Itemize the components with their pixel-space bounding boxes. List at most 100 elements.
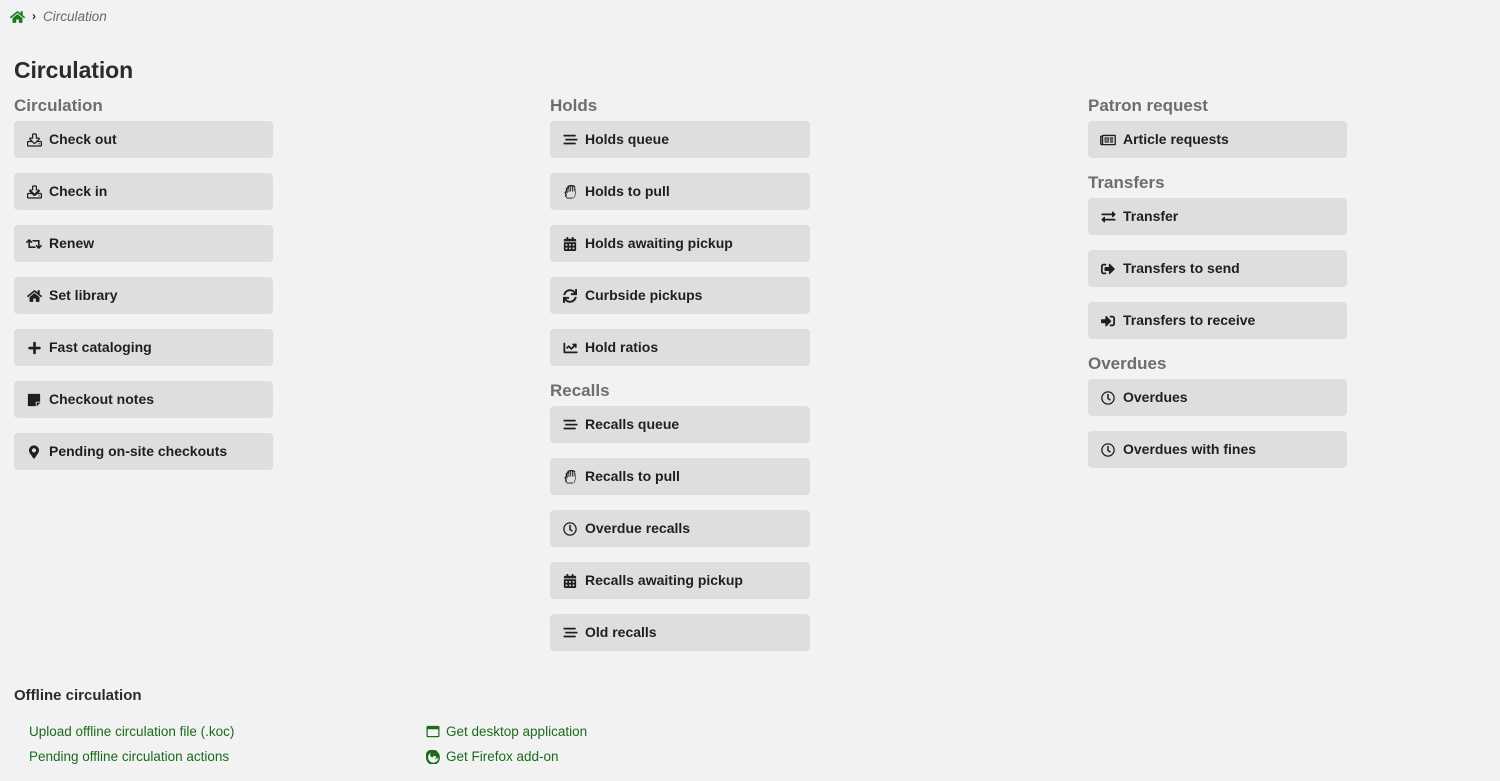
nav-button-check-in[interactable]: Check in	[14, 173, 273, 210]
offline-circulation-heading: Offline circulation	[14, 687, 142, 704]
exchange-icon	[1100, 209, 1116, 225]
nav-button-curbside-pickups[interactable]: Curbside pickups	[550, 277, 810, 314]
section-heading-transfers: Transfers	[1088, 173, 1165, 192]
nav-button-label: Hold ratios	[585, 339, 659, 355]
nav-button-renew[interactable]: Renew	[14, 225, 273, 262]
stream-icon	[562, 625, 578, 641]
list-item: Check in	[14, 173, 273, 210]
calendar-icon	[562, 236, 578, 252]
breadcrumb-current: Circulation	[43, 9, 107, 24]
nav-button-label: Overdues	[1123, 389, 1188, 405]
nav-button-transfer[interactable]: Transfer	[1088, 198, 1347, 235]
plus-icon	[26, 340, 42, 356]
stream-icon	[562, 132, 578, 148]
clock-icon	[1100, 390, 1116, 406]
sign-out-icon	[1100, 261, 1116, 277]
offline-link-get-firefox-add-on[interactable]: Get Firefox add-on	[425, 744, 587, 769]
nav-button-label: Overdue recalls	[585, 520, 691, 536]
stream-icon	[562, 417, 578, 433]
nav-button-label: Holds to pull	[585, 183, 670, 199]
list-item: Holds awaiting pickup	[550, 225, 810, 262]
nav-button-label: Pending on-site checkouts	[49, 443, 228, 459]
section-heading-recalls: Recalls	[550, 381, 610, 400]
nav-button-label: Checkout notes	[49, 391, 155, 407]
nav-button-label: Holds queue	[585, 131, 670, 147]
map-marker-icon	[26, 444, 42, 460]
nav-button-pending-on-site-checkouts[interactable]: Pending on-site checkouts	[14, 433, 273, 470]
nav-button-holds-awaiting-pickup[interactable]: Holds awaiting pickup	[550, 225, 810, 262]
list-item: Renew	[14, 225, 273, 262]
nav-button-label: Check in	[49, 183, 108, 199]
nav-button-holds-to-pull[interactable]: Holds to pull	[550, 173, 810, 210]
nav-button-label: Overdues with fines	[1123, 441, 1257, 457]
nav-button-holds-queue[interactable]: Holds queue	[550, 121, 810, 158]
nav-button-label: Old recalls	[585, 624, 657, 640]
nav-button-label: Transfers to receive	[1123, 312, 1256, 328]
breadcrumb: › Circulation	[9, 7, 107, 26]
offline-circulation-section: Offline circulation Upload offline circu…	[14, 686, 1486, 767]
nav-button-label: Check out	[49, 131, 117, 147]
offline-link-pending-offline-circulation-actions[interactable]: Pending offline circulation actions	[29, 744, 234, 769]
nav-button-check-out[interactable]: Check out	[14, 121, 273, 158]
list-item: Fast cataloging	[14, 329, 273, 366]
nav-button-label: Transfer	[1123, 208, 1179, 224]
offline-links-right: Get desktop application Get Firefox add-o…	[425, 719, 587, 769]
sync-icon	[562, 288, 578, 304]
button-list-patron-request: Article requests	[1088, 121, 1347, 158]
column-left: Circulation Check out Check in Renew Set lib…	[14, 96, 273, 485]
list-item: Transfer	[1088, 198, 1347, 235]
list-item: Recalls queue	[550, 406, 810, 443]
breadcrumb-home-icon[interactable]	[9, 10, 26, 24]
newspaper-icon	[1100, 132, 1116, 148]
list-item: Overdues	[1088, 379, 1347, 416]
calendar-icon	[562, 573, 578, 589]
nav-button-old-recalls[interactable]: Old recalls	[550, 614, 810, 651]
button-list-holds: Holds queue Holds to pull Holds awaiting p…	[550, 121, 810, 366]
nav-button-article-requests[interactable]: Article requests	[1088, 121, 1347, 158]
list-item: Holds queue	[550, 121, 810, 158]
offline-link-upload-offline-circulation-file-koc[interactable]: Upload offline circulation file (.koc)	[29, 719, 234, 744]
nav-button-recalls-queue[interactable]: Recalls queue	[550, 406, 810, 443]
nav-button-overdues-with-fines[interactable]: Overdues with fines	[1088, 431, 1347, 468]
button-list-recalls: Recalls queue Recalls to pull Overdue reca…	[550, 406, 810, 651]
nav-button-label: Recalls to pull	[585, 468, 680, 484]
nav-button-hold-ratios[interactable]: Hold ratios	[550, 329, 810, 366]
nav-button-label: Curbside pickups	[585, 287, 703, 303]
nav-button-checkout-notes[interactable]: Checkout notes	[14, 381, 273, 418]
retweet-icon	[26, 236, 42, 252]
nav-button-overdue-recalls[interactable]: Overdue recalls	[550, 510, 810, 547]
nav-button-recalls-awaiting-pickup[interactable]: Recalls awaiting pickup	[550, 562, 810, 599]
list-item: Old recalls	[550, 614, 810, 651]
nav-button-label: Recalls awaiting pickup	[585, 572, 743, 588]
nav-button-recalls-to-pull[interactable]: Recalls to pull	[550, 458, 810, 495]
offline-links-left: Upload offline circulation file (.koc) Pe…	[29, 719, 234, 769]
button-list-circulation: Check out Check in Renew Set library Fast ca…	[14, 121, 273, 470]
list-item: Pending on-site checkouts	[14, 433, 273, 470]
nav-button-set-library[interactable]: Set library	[14, 277, 273, 314]
section-heading-circulation: Circulation	[14, 96, 103, 115]
nav-button-label: Fast cataloging	[49, 339, 152, 355]
list-item: Transfers to receive	[1088, 302, 1347, 339]
column-right: Patron request Article requests Transfers T…	[1088, 96, 1347, 483]
nav-button-label: Recalls queue	[585, 416, 680, 432]
list-item: Holds to pull	[550, 173, 810, 210]
window-icon	[425, 725, 440, 739]
nav-button-fast-cataloging[interactable]: Fast cataloging	[14, 329, 273, 366]
offline-link-get-desktop-application[interactable]: Get desktop application	[425, 719, 587, 744]
hand-rock-icon	[562, 184, 578, 200]
list-item: Overdues with fines	[1088, 431, 1347, 468]
page-title: Circulation	[14, 57, 134, 83]
home-icon	[26, 288, 42, 304]
nav-button-transfers-to-receive[interactable]: Transfers to receive	[1088, 302, 1347, 339]
nav-button-transfers-to-send[interactable]: Transfers to send	[1088, 250, 1347, 287]
list-item: Overdue recalls	[550, 510, 810, 547]
upload-icon	[26, 132, 42, 148]
clock-icon	[562, 521, 578, 537]
offline-link-label: Upload offline circulation file (.koc)	[29, 724, 235, 739]
nav-button-label: Set library	[49, 287, 118, 303]
list-item: Recalls to pull	[550, 458, 810, 495]
nav-button-overdues[interactable]: Overdues	[1088, 379, 1347, 416]
nav-button-label: Article requests	[1123, 131, 1229, 147]
section-heading-overdues: Overdues	[1088, 354, 1167, 373]
button-list-transfers: Transfer Transfers to send Transfers to re…	[1088, 198, 1347, 339]
